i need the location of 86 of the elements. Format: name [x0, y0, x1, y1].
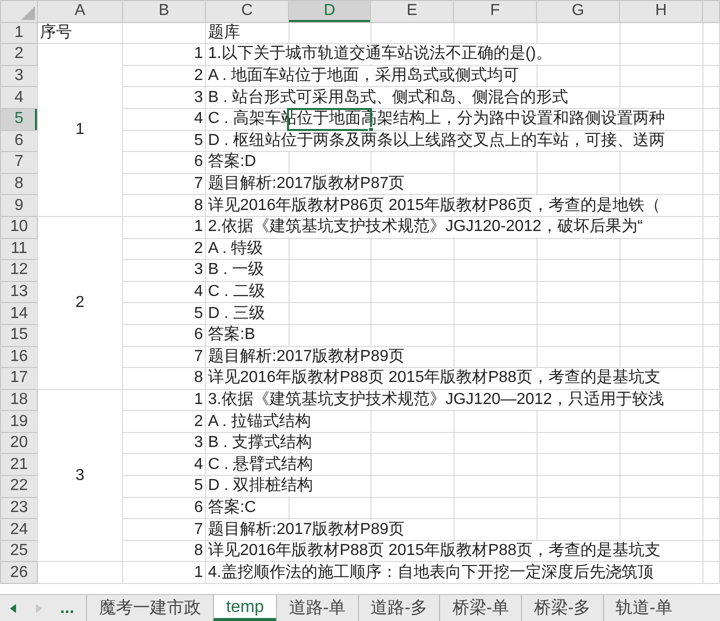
sheet-tab[interactable]: 道路-单: [276, 595, 358, 621]
cell-text: 题目解析:2017版教材P89页: [208, 346, 407, 367]
table-cell: 2: [194, 412, 203, 430]
table-cell: 3: [194, 261, 203, 278]
row-header[interactable]: 2: [0, 44, 38, 66]
row-header[interactable]: 24: [0, 518, 38, 540]
cell-text: 题目解析:2017版教材P87页: [208, 174, 407, 194]
table-cell: 1: [194, 564, 203, 581]
table-cell: 1: [76, 121, 84, 138]
cell-text: B . 站台形式可采用岛式、侧式和岛、侧混合的形式: [208, 88, 570, 108]
table-cell: 6: [194, 153, 203, 170]
column-header[interactable]: C: [206, 0, 288, 22]
table-cell: 序号: [40, 24, 72, 41]
row-header[interactable]: 9: [0, 194, 38, 216]
sheet-tab[interactable]: 轨道-单: [602, 595, 684, 621]
row-header[interactable]: 5: [0, 108, 38, 130]
row-header[interactable]: 17: [0, 368, 38, 390]
column-header[interactable]: A: [38, 0, 122, 22]
row-header[interactable]: 16: [0, 346, 38, 368]
table-cell: 2: [76, 294, 84, 311]
scroll-left-icon[interactable]: [10, 604, 16, 612]
column-header[interactable]: E: [370, 0, 454, 22]
cell-text: 2.依据《建筑基坑支护技术规范》JGJ120-2012，破坏后果为“: [208, 217, 645, 238]
table-cell: 5: [194, 477, 203, 494]
table-cell: 3: [194, 88, 203, 106]
table-cell: 8: [194, 369, 203, 386]
column-header[interactable]: D: [288, 0, 370, 22]
table-cell: 8: [194, 542, 203, 560]
cell-text: D . 双排桩结构: [208, 476, 315, 496]
table-cell: 4: [194, 456, 203, 473]
cell-text: A . 地面车站位于地面，采用岛式或侧式均可: [208, 66, 522, 86]
row-header[interactable]: 6: [0, 130, 38, 152]
row-header[interactable]: 3: [0, 65, 38, 87]
row-header[interactable]: 22: [0, 476, 38, 498]
sheet-tab[interactable]: 道路-多: [358, 595, 440, 621]
row-header[interactable]: 25: [0, 540, 38, 562]
table-cell: 2: [194, 240, 203, 257]
row-header[interactable]: 26: [0, 562, 38, 584]
scroll-right-icon[interactable]: [36, 604, 42, 612]
row-header[interactable]: 8: [0, 173, 38, 195]
table-cell: 7: [194, 175, 203, 192]
row-header[interactable]: 1: [0, 22, 38, 44]
row-header[interactable]: 14: [0, 302, 38, 324]
cell-text: C . 悬臂式结构: [208, 454, 315, 475]
table-cell: 4: [194, 283, 203, 300]
sheet-tab[interactable]: 桥梁-单: [439, 595, 521, 621]
row-header[interactable]: 20: [0, 432, 38, 454]
row-header[interactable]: 11: [0, 238, 38, 260]
row-header[interactable]: 21: [0, 454, 38, 476]
table-cell: 5: [194, 304, 203, 322]
sheet-tab[interactable]: 桥梁-多: [520, 595, 603, 621]
table-cell: 1: [194, 45, 203, 62]
row-header[interactable]: 12: [0, 260, 38, 282]
table-cell: 1: [194, 218, 203, 236]
table-cell: 8: [194, 196, 203, 214]
cell-text: 详见2016年版教材P88页 2015年版教材P88页，考查的是基坑支: [208, 368, 663, 388]
table-cell: 5: [194, 132, 203, 149]
row-header[interactable]: 23: [0, 497, 38, 519]
row-header[interactable]: 7: [0, 152, 38, 174]
cell-text: 题目解析:2017版教材P89页: [208, 520, 407, 540]
table-cell: 6: [194, 326, 203, 344]
cell-text: D . 枢纽站位于两条及两条以上线路交叉点上的车站，可接、送两: [208, 130, 667, 151]
column-header[interactable]: H: [620, 0, 702, 22]
row-header[interactable]: 10: [0, 216, 38, 238]
column-header[interactable]: B: [122, 0, 206, 22]
cell-text: 3.依据《建筑基坑支护技术规范》JGJ120—2012，只适用于较浅: [208, 390, 666, 410]
table-cell: 7: [194, 520, 203, 538]
table-cell: 3: [76, 466, 84, 484]
row-header[interactable]: 19: [0, 410, 38, 432]
row-header[interactable]: 15: [0, 324, 38, 346]
column-header[interactable]: F: [454, 0, 536, 22]
row-header[interactable]: 4: [0, 86, 38, 108]
cell-text: 详见2016年版教材P88页 2015年版教材P88页，考查的是基坑支: [208, 541, 663, 562]
table-cell: 2: [194, 67, 203, 84]
column-header[interactable]: G: [536, 0, 620, 22]
row-header[interactable]: 18: [0, 389, 38, 411]
more-tabs-button[interactable]: ...: [52, 595, 86, 621]
table-cell: 6: [194, 498, 203, 516]
table-cell: 4: [194, 110, 203, 128]
cell-text: 4.盖挖顺作法的施工顺序：自地表向下开挖一定深度后先浇筑顶: [208, 562, 656, 583]
table-cell: 1: [194, 390, 203, 408]
row-header[interactable]: 13: [0, 281, 38, 303]
table-cell: 3: [194, 434, 203, 452]
select-all-icon[interactable]: [21, 6, 35, 20]
table-cell: 7: [194, 348, 203, 365]
sheet-tab[interactable]: temp: [213, 595, 276, 621]
